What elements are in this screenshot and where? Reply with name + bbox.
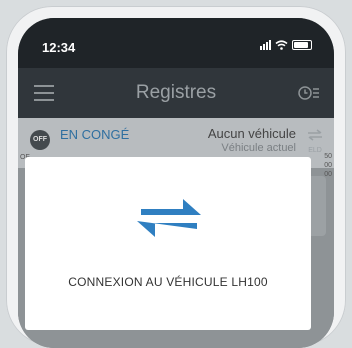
bg-right-hint-1: 50 [324, 153, 332, 160]
battery-icon [292, 40, 312, 50]
bg-right-hint-3: 00 [324, 171, 332, 178]
bg-right-hint-2: 00 [324, 162, 332, 169]
eld-swap-icon [308, 129, 322, 141]
wifi-icon [275, 40, 288, 50]
clock-list-icon[interactable] [298, 84, 320, 102]
background-right-text: 50 00 00 [324, 152, 332, 179]
eld-connection-icon[interactable]: ELD [304, 128, 326, 154]
page-title: Registres [135, 82, 217, 103]
status-time: 12:34 [42, 40, 76, 55]
system-icons [260, 40, 312, 50]
app-bar: Registres [18, 68, 334, 118]
vehicle-subtitle: Véhicule actuel [221, 142, 296, 154]
dialog-message: CONNEXION AU VÉHICULE LH100 [68, 275, 268, 289]
status-bar: 12:34 [18, 18, 334, 68]
signal-icon [260, 40, 271, 50]
swap-arrows-icon [137, 199, 201, 237]
duty-status-label[interactable]: EN CONGÉ [60, 127, 129, 142]
off-duty-badge: OFF [30, 130, 50, 150]
eld-label: ELD [308, 147, 322, 154]
vehicle-name[interactable]: Aucun véhicule [208, 126, 296, 141]
connecting-dialog: CONNEXION AU VÉHICULE LH100 [25, 157, 311, 330]
